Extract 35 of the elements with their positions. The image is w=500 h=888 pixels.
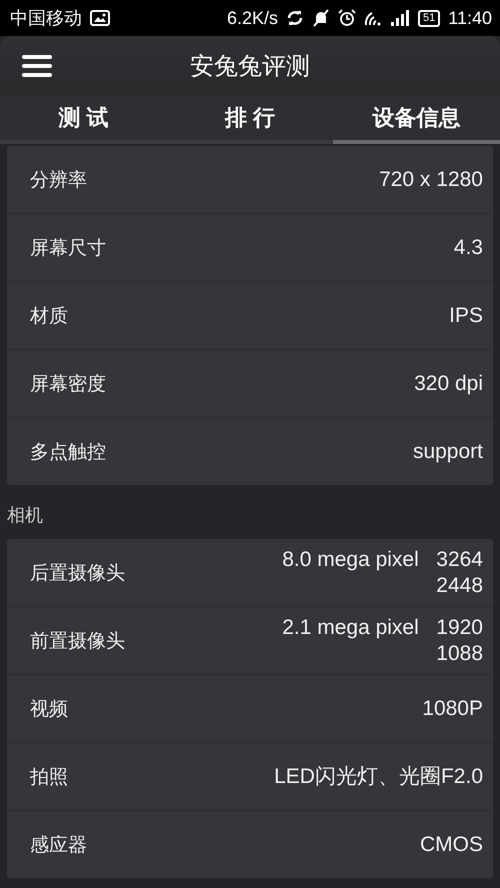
row-value: LED闪光灯、光圈F2.0	[274, 764, 483, 790]
row-value: 1080P	[422, 696, 483, 722]
row-value: IPS	[449, 302, 483, 328]
row-label: 前置摄像头	[30, 630, 125, 654]
row-value: CMOS	[420, 832, 483, 858]
row-label: 拍照	[30, 766, 68, 790]
row-value: 2.1 mega pixel 1920 1088	[282, 614, 483, 666]
row-label: 多点触控	[30, 440, 106, 464]
sync-icon	[286, 10, 304, 26]
row-value: support	[412, 438, 483, 464]
alarm-icon	[338, 9, 356, 27]
row-label: 视频	[30, 698, 68, 722]
clock: 11:40	[448, 8, 492, 28]
row-value: 8.0 mega pixel 3264 2448	[282, 546, 483, 598]
row-value: 720 x 1280	[379, 166, 483, 192]
row-label: 屏幕尺寸	[30, 236, 106, 260]
section-heading: 相机	[7, 504, 44, 527]
mute-icon	[312, 9, 330, 27]
signal-icon	[390, 10, 410, 26]
row-label: 感应器	[30, 834, 87, 858]
image-icon	[90, 10, 110, 26]
wifi-icon	[364, 10, 382, 26]
row-label: 屏幕密度	[30, 372, 106, 396]
battery-level: 51	[418, 10, 440, 26]
row-label: 后置摄像头	[30, 562, 125, 586]
row-label: 材质	[30, 304, 68, 328]
carrier-name: 中国移动	[10, 7, 82, 30]
app-title: 安兔兔评测	[190, 52, 310, 82]
menu-icon[interactable]	[22, 55, 52, 77]
tab[interactable]: 测 试	[0, 96, 167, 144]
row-value: 4.3	[454, 234, 483, 260]
row-value: 320 dpi	[414, 370, 483, 396]
tab[interactable]: 排 行	[166, 96, 334, 144]
row-label: 分辨率	[30, 168, 87, 192]
network-speed: 6.2K/s	[227, 8, 278, 28]
